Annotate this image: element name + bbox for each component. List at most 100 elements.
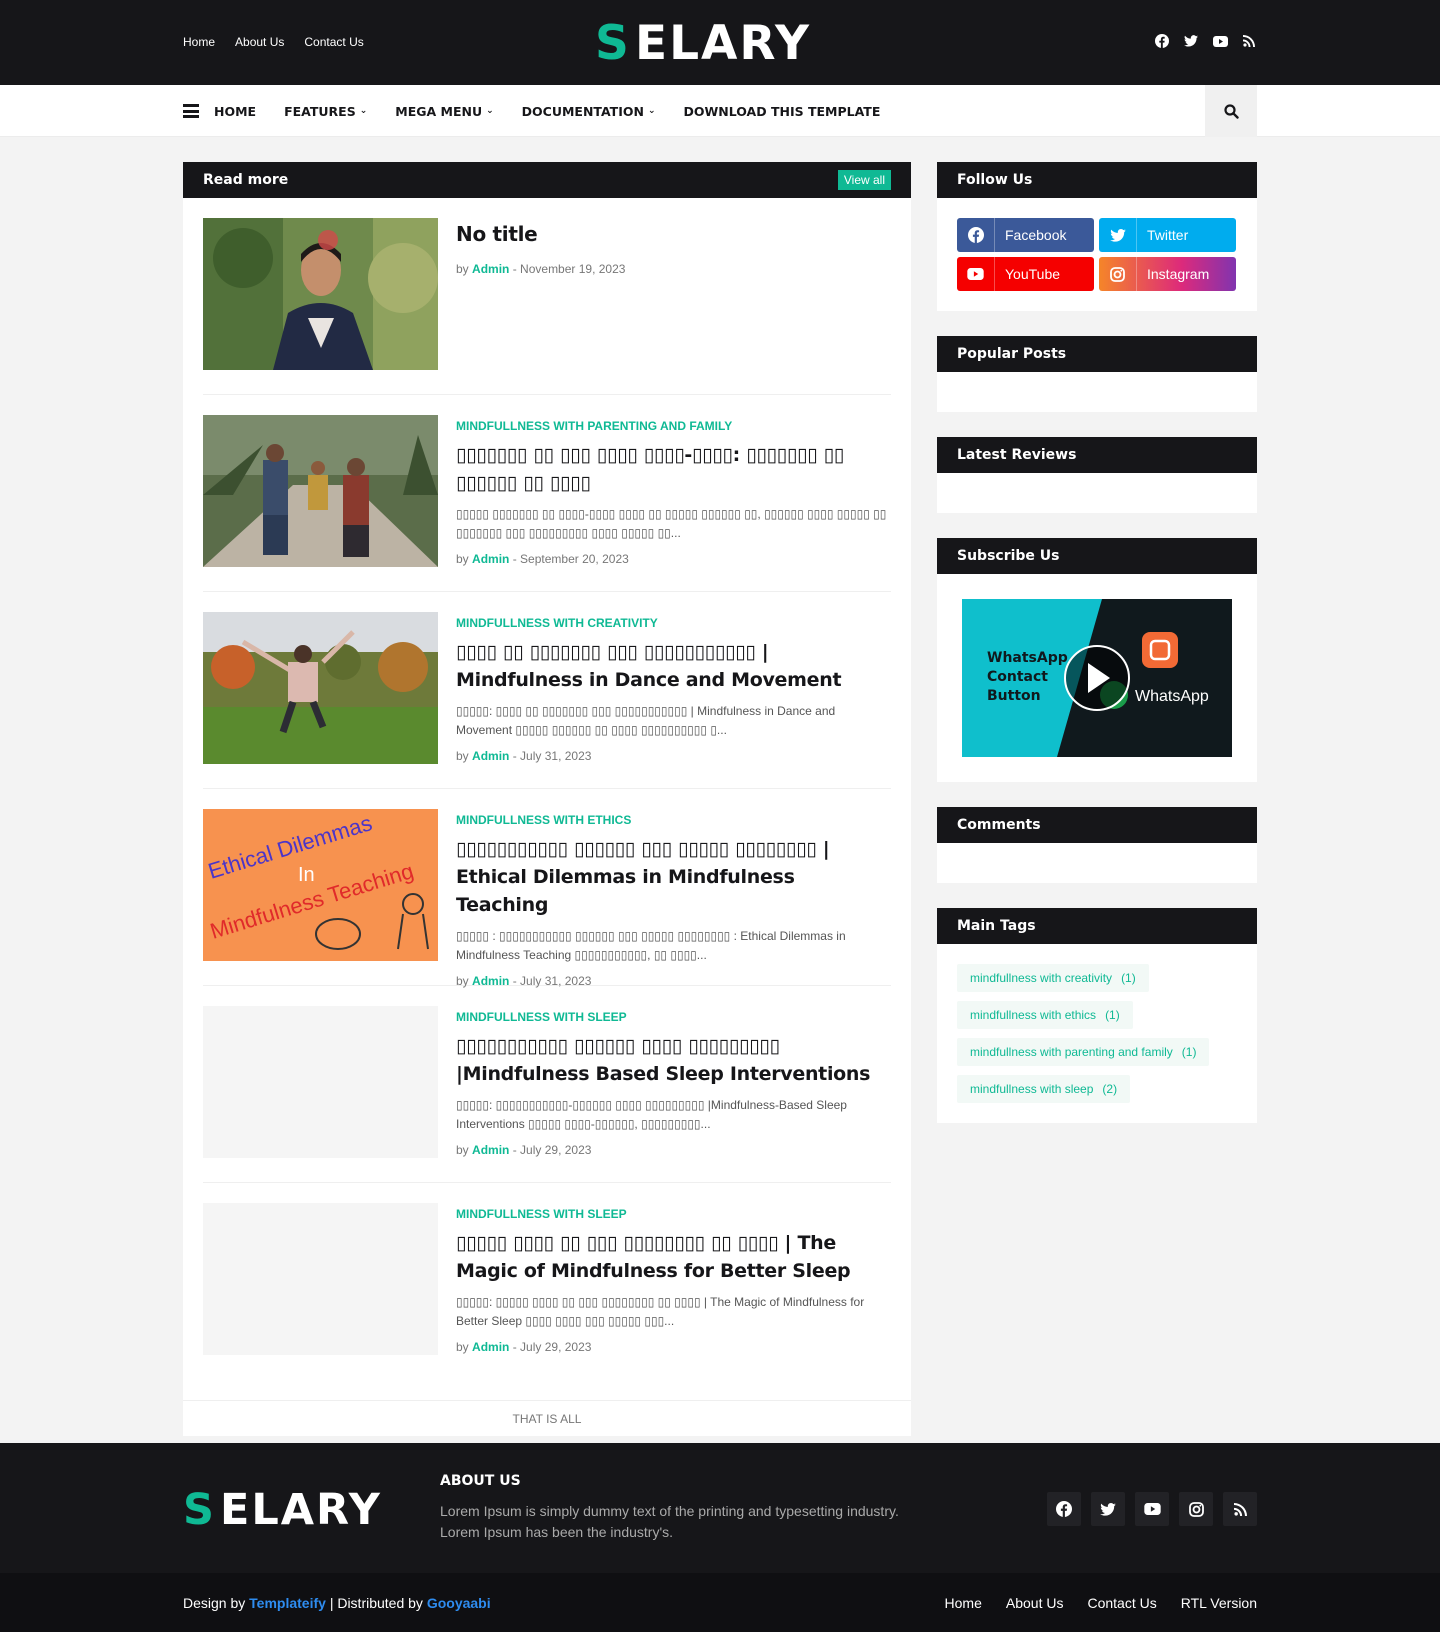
tag-link[interactable]: mindfullness with sleep (2) (957, 1075, 1131, 1103)
top-social (1154, 33, 1257, 49)
view-all-button[interactable]: View all (837, 170, 891, 190)
post-title[interactable]: ▯▯▯▯▯▯▯▯▯▯▯ ▯▯▯▯▯▯ ▯▯▯ ▯▯▯▯▯ ▯▯▯▯▯▯▯▯ | … (456, 835, 891, 919)
twitter-button[interactable]: Twitter (1099, 218, 1236, 252)
video-thumbnail[interactable]: WhatsApp Contact Button WhatsApp (962, 599, 1232, 757)
rss-icon[interactable] (1241, 33, 1257, 49)
credit-text: Design by (183, 1594, 246, 1611)
post-author[interactable]: Admin (472, 749, 509, 763)
read-more-section: Read more View all No title by Admin - N… (183, 162, 911, 1436)
post-thumbnail[interactable] (203, 415, 438, 567)
instagram-button[interactable]: Instagram (1099, 257, 1236, 291)
post-author[interactable]: Admin (472, 1143, 509, 1157)
credit-distributor-link[interactable]: Gooyaabi (427, 1595, 491, 1611)
nav-item-label: DOCUMENTATION (521, 103, 644, 119)
tag-name: mindfullness with creativity (970, 971, 1113, 985)
post-thumbnail[interactable] (203, 1203, 438, 1355)
post-category[interactable]: MINDFULLNESS WITH SLEEP (456, 1010, 891, 1024)
tag-count: (1) (1181, 1045, 1197, 1059)
top-link-home[interactable]: Home (183, 35, 215, 49)
post-excerpt: ▯▯▯▯▯ ▯▯▯▯▯▯▯ ▯▯ ▯▯▯▯-▯▯▯▯ ▯▯▯▯ ▯▯ ▯▯▯▯▯… (456, 507, 887, 540)
widget-title: Follow Us (937, 162, 1257, 198)
post-meta: by Admin - September 20, 2023 (456, 552, 891, 566)
svg-text:S: S (183, 1490, 216, 1526)
footer-about-text: Lorem Ipsum is simply dummy text of the … (440, 1503, 899, 1540)
subscribe-widget: Subscribe Us WhatsApp Contact Button Wha… (937, 538, 1257, 782)
social-label: Facebook (1005, 227, 1067, 243)
post-excerpt: ▯▯▯▯▯: ▯▯▯▯ ▯▯ ▯▯▯▯▯▯▯ ▯▯▯ ▯▯▯▯▯▯▯▯▯▯▯ |… (456, 704, 836, 737)
chevron-down-icon: ⌄ (486, 106, 494, 116)
footer-logo[interactable]: S ELARY (183, 1485, 415, 1535)
man-selfie-image (203, 218, 438, 370)
footer-about-title: ABOUT US (440, 1473, 521, 1489)
footer-link-about[interactable]: About Us (1006, 1595, 1064, 1611)
selary-logo: S ELARY (183, 1485, 380, 1535)
tag-link[interactable]: mindfullness with ethics (1) (957, 1001, 1133, 1029)
post-title[interactable]: ▯▯▯▯ ▯▯ ▯▯▯▯▯▯▯ ▯▯▯ ▯▯▯▯▯▯▯▯▯▯▯ | Mindfu… (456, 638, 891, 694)
facebook-icon[interactable] (1154, 33, 1170, 49)
post-category[interactable]: MINDFULLNESS WITH ETHICS (456, 813, 891, 827)
nav-item-mega-menu[interactable]: MEGA MENU ⌄ (395, 104, 493, 119)
video-text-3: Button (987, 688, 1041, 704)
selary-logo: S ELARY (595, 16, 809, 71)
footer: S ELARY ABOUT US Lorem Ipsum is simply d… (0, 1443, 1440, 1573)
instagram-icon[interactable] (1179, 1492, 1213, 1526)
top-link-contact[interactable]: Contact Us (304, 35, 363, 49)
post-meta: by Admin - July 31, 2023 (456, 749, 891, 763)
tag-link[interactable]: mindfullness with parenting and family (1… (957, 1038, 1210, 1066)
post-thumbnail[interactable] (203, 218, 438, 370)
facebook-button[interactable]: Facebook (957, 218, 1094, 252)
footer-link-home[interactable]: Home (945, 1595, 982, 1611)
twitter-icon[interactable] (1091, 1492, 1125, 1526)
tag-name: mindfullness with sleep (970, 1082, 1094, 1096)
meta-by: by (456, 1340, 469, 1354)
twitter-icon[interactable] (1183, 33, 1199, 49)
tag-link[interactable]: mindfullness with creativity (1) (957, 964, 1149, 992)
credit-author-link[interactable]: Templateify (249, 1595, 326, 1611)
chevron-down-icon: ⌄ (647, 106, 656, 116)
post-date: - November 19, 2023 (512, 262, 626, 276)
tag-name: mindfullness with ethics (970, 1008, 1097, 1022)
widget-title: Popular Posts (937, 336, 1257, 372)
post-author[interactable]: Admin (472, 1340, 509, 1354)
post-category[interactable]: MINDFULLNESS WITH SLEEP (456, 1207, 891, 1221)
post-thumbnail[interactable] (203, 1006, 438, 1158)
search-icon (1223, 103, 1239, 119)
youtube-icon[interactable] (1135, 1492, 1169, 1526)
post-category[interactable]: MINDFULLNESS WITH CREATIVITY (456, 616, 891, 630)
post-author[interactable]: Admin (472, 552, 509, 566)
nav-item-label: DOWNLOAD THIS TEMPLATE (683, 103, 881, 119)
post-title[interactable]: ▯▯▯▯▯▯▯ ▯▯ ▯▯▯ ▯▯▯▯ ▯▯▯▯-▯▯▯▯: ▯▯▯▯▯▯▯ ▯… (456, 441, 891, 497)
hamburger-menu-icon[interactable] (183, 104, 199, 118)
youtube-button[interactable]: YouTube (957, 257, 1094, 291)
rss-icon[interactable] (1223, 1492, 1257, 1526)
post-thumbnail[interactable]: Ethical Dilemmas In Mindfulness Teaching (203, 809, 438, 961)
nav-item-download[interactable]: DOWNLOAD THIS TEMPLATE (684, 104, 881, 119)
post-category[interactable]: MINDFULLNESS WITH PARENTING AND FAMILY (456, 419, 891, 433)
site-logo[interactable]: S ELARY (595, 16, 847, 71)
nav-item-documentation[interactable]: DOCUMENTATION ⌄ (522, 104, 656, 119)
widget-title: Main Tags (937, 908, 1257, 944)
facebook-icon[interactable] (1047, 1492, 1081, 1526)
video-text-whatsapp: WhatsApp (1135, 688, 1209, 705)
footer-link-rtl[interactable]: RTL Version (1181, 1595, 1257, 1611)
search-button[interactable] (1205, 85, 1257, 137)
whatsapp-video-image: WhatsApp Contact Button WhatsApp (962, 599, 1232, 757)
nav-item-features[interactable]: FEATURES ⌄ (284, 104, 367, 119)
post-author[interactable]: Admin (472, 262, 509, 276)
footer-link-contact[interactable]: Contact Us (1087, 1595, 1156, 1611)
post-meta: by Admin - November 19, 2023 (456, 262, 891, 276)
tag-count: (1) (1105, 1008, 1120, 1022)
post-title[interactable]: No title (456, 220, 891, 248)
section-title: Read more (203, 172, 289, 188)
post-thumbnail[interactable] (203, 612, 438, 764)
nav-item-home[interactable]: HOME (214, 104, 256, 119)
post-author[interactable]: Admin (472, 974, 509, 988)
top-link-about[interactable]: About Us (235, 35, 284, 49)
youtube-icon[interactable] (1212, 33, 1228, 49)
post-item: MINDFULLNESS WITH SLEEP ▯▯▯▯▯ ▯▯▯▯ ▯▯ ▯▯… (203, 1203, 891, 1380)
post-item: Ethical Dilemmas In Mindfulness Teaching… (203, 809, 891, 988)
post-title[interactable]: ▯▯▯▯▯▯▯▯▯▯▯ ▯▯▯▯▯▯ ▯▯▯▯ ▯▯▯▯▯▯▯▯▯ |Mindf… (456, 1032, 891, 1088)
post-item: No title by Admin - November 19, 2023 (203, 218, 891, 395)
post-title[interactable]: ▯▯▯▯▯ ▯▯▯▯ ▯▯ ▯▯▯ ▯▯▯▯▯▯▯▯ ▯▯ ▯▯▯▯ | The… (456, 1229, 891, 1285)
social-label: Twitter (1147, 227, 1189, 243)
